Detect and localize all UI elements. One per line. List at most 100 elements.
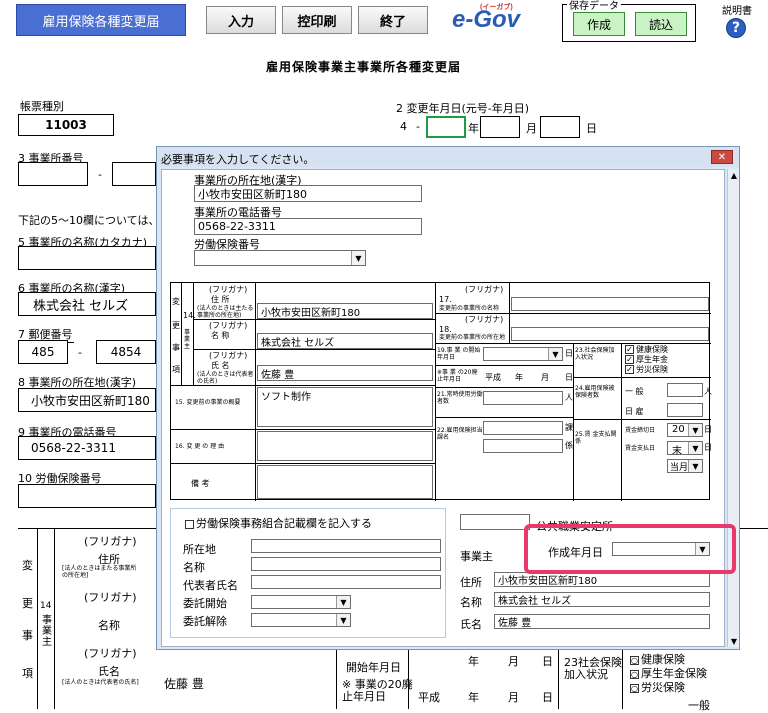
bottom-num14: 14: [40, 601, 52, 611]
grid-item22-kakari-field[interactable]: [483, 439, 563, 453]
bottom-y2: 年: [468, 691, 479, 704]
grid-side-1: 変: [172, 297, 180, 306]
delegation-meishou-field[interactable]: [251, 557, 441, 571]
dlg-address-field[interactable]: 小牧市安田区新町180: [194, 185, 422, 202]
chevron-down-icon[interactable]: ▼: [336, 614, 350, 626]
chevron-down-icon[interactable]: ▼: [351, 251, 365, 265]
bottom-shimei: 氏名: [98, 665, 120, 678]
phone-field[interactable]: 0568-22-3311: [18, 436, 156, 460]
chevron-down-icon[interactable]: ▼: [688, 442, 702, 454]
chevron-down-icon[interactable]: ▼: [336, 596, 350, 608]
grid-item16: 16. 変 更 の 理 由: [175, 443, 225, 450]
delegation-daihyou-field[interactable]: [251, 575, 441, 589]
grid-item19-d: 日: [565, 349, 573, 358]
delegation-itaku-kaijo-select[interactable]: ▼: [251, 613, 351, 627]
form-type-label: 帳票種別: [20, 100, 64, 113]
bottom-d1: 日: [542, 655, 553, 668]
address-field[interactable]: 小牧市安田区新町180: [18, 388, 156, 412]
input-button[interactable]: 入力: [206, 6, 276, 34]
print-copy-button[interactable]: 控印刷: [282, 6, 352, 34]
dialog-scrollbar[interactable]: ▲ ▼: [727, 169, 739, 647]
grid-shimei: 氏 名: [211, 361, 230, 370]
grid-shimei-field[interactable]: 佐藤 豊: [257, 365, 433, 381]
grid-item23: 23.社会保険加入状況: [575, 347, 615, 361]
grid-item22: 22.雇用保険担当課名: [437, 427, 483, 441]
dialog-content: 事業所の所在地(漢字) 小牧市安田区新町180 事業所の電話番号 0568-22…: [161, 169, 725, 647]
bottom-kaishi: 開始年月日: [346, 661, 401, 674]
grid-jusho-field[interactable]: 小牧市安田区新町180: [257, 303, 433, 319]
help-icon[interactable]: ?: [726, 18, 746, 38]
dialog-close-button[interactable]: ✕: [711, 150, 733, 164]
grid-bikou-field[interactable]: [257, 465, 433, 499]
grid-jusho: 住 所: [211, 295, 230, 304]
bottom-side-ji: 事: [22, 629, 33, 642]
grid-shimebi-d: 日: [704, 425, 712, 434]
grid-shimebi-select[interactable]: 20 ▼: [667, 423, 703, 437]
kokyo-field[interactable]: [460, 514, 530, 530]
chevron-down-icon[interactable]: ▼: [688, 424, 702, 436]
grid-ka: 課: [565, 423, 573, 432]
labor-no-field[interactable]: [18, 484, 156, 508]
grid-item17: 17.: [439, 295, 452, 304]
delegation-itaku-kaishi-select[interactable]: ▼: [251, 595, 351, 609]
bottom-y1: 年: [468, 655, 479, 668]
postal-field-2[interactable]: 4854: [96, 340, 156, 364]
grid-touge-select[interactable]: 当月 ▼: [667, 459, 703, 473]
owner-jusho-field[interactable]: 小牧市安田区新町180: [494, 572, 710, 587]
grid-item19-select[interactable]: ▼: [483, 347, 563, 361]
delegation-shozaichi-field[interactable]: [251, 539, 441, 553]
chevron-down-icon[interactable]: ▼: [688, 460, 702, 472]
chevron-down-icon[interactable]: ▼: [548, 348, 562, 360]
grid-ippan-field[interactable]: [667, 383, 703, 397]
owner-jusho-label: 住所: [460, 576, 482, 589]
grid-ins-1[interactable]: ✓ 厚生年金: [625, 355, 668, 364]
grid-ins-0[interactable]: ✓ 健康保険: [625, 345, 668, 354]
change-month-field[interactable]: [480, 116, 520, 138]
dlg-phone-field[interactable]: 0568-22-3311: [194, 218, 422, 235]
name-kana-field[interactable]: [18, 246, 156, 270]
grid-hiyatoi-field[interactable]: [667, 403, 703, 417]
grid-item21-field[interactable]: [483, 391, 563, 405]
grid-jigyounushi: 事業主: [184, 329, 191, 350]
grid-meishou-field[interactable]: 株式会社 セルズ: [257, 333, 433, 349]
grid-item22-ka-field[interactable]: [483, 421, 563, 435]
grid-d: 日: [565, 373, 573, 382]
postal-field-1[interactable]: 485: [18, 340, 68, 364]
form-type-field[interactable]: 11003: [18, 114, 114, 136]
grid-item18-field[interactable]: [511, 327, 709, 341]
grid-ins-2[interactable]: ✓ 労災保険: [625, 365, 668, 374]
year-label: 年: [468, 122, 479, 135]
dlg-labor-select[interactable]: ▼: [194, 250, 366, 266]
grid-item15: 15. 変更前の事業の概要: [175, 399, 241, 406]
save-data-group: 保存データ 作成 読込: [562, 0, 696, 42]
office-number-field-1[interactable]: [18, 162, 88, 186]
era-value: 4: [400, 120, 407, 133]
grid-item25: 25.賃 金支払関係: [575, 431, 617, 445]
grid-item17-field[interactable]: [511, 297, 709, 311]
end-button[interactable]: 終了: [358, 6, 428, 34]
owner-shimei-field[interactable]: 佐藤 豊: [494, 614, 710, 629]
grid-shiharaibi-select[interactable]: 末 ▼: [667, 441, 703, 457]
grid-item17-label: 変更前の事業所の名称: [439, 305, 500, 312]
delegation-checkbox[interactable]: 労働保険事務組合記載欄を記入する: [185, 515, 372, 531]
grid-item20: ※事 業 の20廃止年月日: [437, 369, 478, 383]
bottom-side-henkou: 変: [22, 559, 33, 572]
grid-item15-field[interactable]: ソフト制作: [257, 387, 433, 427]
grid-touge-value: 当月: [670, 463, 689, 473]
bottom-furigana-2: (フリガナ): [84, 591, 137, 604]
grid-ippan: 一 般: [625, 387, 644, 396]
owner-meishou-field[interactable]: 株式会社 セルズ: [494, 592, 710, 607]
office-number-field-2[interactable]: [112, 162, 156, 186]
load-button[interactable]: 読込: [635, 12, 687, 36]
create-button[interactable]: 作成: [573, 12, 625, 36]
dlg-grid: 変 更 事 項 14. 事業主 (フリガナ) 住 所 (法人のときは主たる事業所…: [170, 282, 712, 501]
change-year-field[interactable]: [426, 116, 466, 138]
egov-logo[interactable]: e-Gov (イーガブ): [452, 4, 530, 36]
form-title-button[interactable]: 雇用保険各種変更届: [16, 4, 186, 36]
name-kanji-field[interactable]: 株式会社 セルズ: [18, 292, 156, 316]
scroll-up-icon[interactable]: ▲: [728, 169, 740, 181]
scroll-down-icon[interactable]: ▼: [728, 635, 740, 647]
dialog-titlebar[interactable]: 必要事項を入力してください。 ✕: [157, 147, 739, 167]
change-day-field[interactable]: [540, 116, 580, 138]
grid-item16-field[interactable]: [257, 431, 433, 461]
